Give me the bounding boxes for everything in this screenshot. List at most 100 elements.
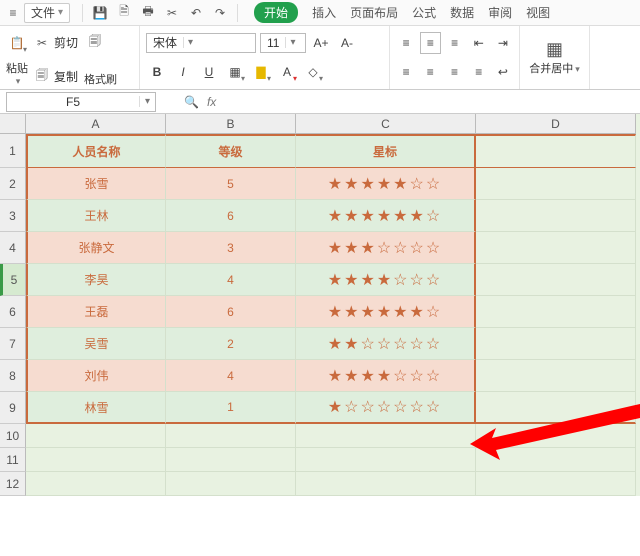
- paste-special-icon[interactable]: 🗐: [84, 32, 106, 54]
- tab-page-layout[interactable]: 页面布局: [350, 4, 398, 21]
- tab-insert[interactable]: 插入: [312, 4, 336, 21]
- paste-button[interactable]: 粘贴▾: [6, 60, 28, 87]
- merge-center-button[interactable]: ▦ 合并居中▾: [529, 39, 580, 76]
- justify-icon[interactable]: ≡: [469, 61, 489, 83]
- wrap-text-icon[interactable]: ↩: [493, 61, 513, 83]
- cell[interactable]: [296, 472, 476, 496]
- cell[interactable]: 李昊: [26, 264, 166, 296]
- cell[interactable]: ★★★☆☆☆☆: [296, 232, 476, 264]
- cell[interactable]: 张雪: [26, 168, 166, 200]
- align-top-icon[interactable]: ≡: [396, 32, 416, 54]
- cell[interactable]: 刘伟: [26, 360, 166, 392]
- cell[interactable]: [476, 448, 636, 472]
- print-preview-icon[interactable]: 🗎: [113, 2, 135, 23]
- row-header-6[interactable]: 6: [0, 296, 26, 328]
- file-menu-button[interactable]: 文件 ▾: [24, 3, 70, 23]
- undo-icon[interactable]: ↶: [185, 6, 207, 20]
- cell[interactable]: ★★★★★☆☆: [296, 168, 476, 200]
- row-header-3[interactable]: 3: [0, 200, 26, 232]
- cell[interactable]: ★★★★★★☆: [296, 296, 476, 328]
- cell[interactable]: ★★☆☆☆☆☆: [296, 328, 476, 360]
- align-center-icon[interactable]: ≡: [420, 61, 440, 83]
- row-header-7[interactable]: 7: [0, 328, 26, 360]
- cut-button[interactable]: ✂剪切: [34, 34, 78, 51]
- cell[interactable]: 6: [166, 296, 296, 328]
- cell[interactable]: 吴雪: [26, 328, 166, 360]
- row-header-8[interactable]: 8: [0, 360, 26, 392]
- save-icon[interactable]: 💾: [89, 6, 111, 20]
- cell[interactable]: [476, 296, 636, 328]
- decrease-font-button[interactable]: A-: [336, 32, 358, 54]
- indent-right-icon[interactable]: ⇥: [493, 32, 513, 54]
- column-header-a[interactable]: A: [26, 114, 166, 134]
- indent-left-icon[interactable]: ⇤: [469, 32, 489, 54]
- fx-icon[interactable]: fx: [207, 95, 216, 109]
- cell[interactable]: [296, 448, 476, 472]
- cancel-edit-icon[interactable]: 🔍: [184, 95, 199, 109]
- cell[interactable]: 张静文: [26, 232, 166, 264]
- cell[interactable]: [476, 424, 636, 448]
- cell[interactable]: [166, 448, 296, 472]
- tab-start[interactable]: 开始: [254, 2, 298, 23]
- tab-formula[interactable]: 公式: [412, 4, 436, 21]
- cell[interactable]: [476, 168, 636, 200]
- cell[interactable]: [166, 424, 296, 448]
- cell[interactable]: 4: [166, 360, 296, 392]
- tab-view[interactable]: 视图: [526, 4, 550, 21]
- font-size-combo[interactable]: 11▾: [260, 33, 306, 53]
- cell[interactable]: 5: [166, 168, 296, 200]
- redo-icon[interactable]: ↷: [209, 6, 231, 20]
- cell[interactable]: [476, 328, 636, 360]
- cell[interactable]: 1: [166, 392, 296, 424]
- cell[interactable]: 3: [166, 232, 296, 264]
- cut-icon[interactable]: ✂: [161, 6, 183, 20]
- tab-review[interactable]: 审阅: [488, 4, 512, 21]
- tab-data[interactable]: 数据: [450, 4, 474, 21]
- cell[interactable]: [476, 472, 636, 496]
- cell[interactable]: [26, 472, 166, 496]
- italic-button[interactable]: I: [172, 61, 194, 83]
- copy-button[interactable]: 🗐复制: [34, 66, 78, 87]
- cell[interactable]: 等级: [166, 134, 296, 168]
- fill-color-button[interactable]: ▇▾: [250, 61, 272, 83]
- cell[interactable]: [26, 424, 166, 448]
- app-menu-icon[interactable]: ≡: [4, 4, 22, 22]
- borders-button[interactable]: ▦▾: [224, 61, 246, 83]
- clear-format-button[interactable]: ◇▾: [302, 61, 324, 83]
- row-header-9[interactable]: 9: [0, 392, 26, 424]
- cell[interactable]: [296, 424, 476, 448]
- name-box[interactable]: F5 ▾: [6, 92, 156, 112]
- column-header-d[interactable]: D: [476, 114, 636, 134]
- cell[interactable]: 王林: [26, 200, 166, 232]
- paste-icon[interactable]: 📋▾: [6, 32, 28, 54]
- row-header-12[interactable]: 12: [0, 472, 26, 496]
- cell[interactable]: 人员名称: [26, 134, 166, 168]
- bold-button[interactable]: B: [146, 61, 168, 83]
- cell[interactable]: [476, 264, 636, 296]
- column-header-b[interactable]: B: [166, 114, 296, 134]
- cell[interactable]: [26, 448, 166, 472]
- font-color-button[interactable]: A▾: [276, 61, 298, 83]
- cell[interactable]: 王磊: [26, 296, 166, 328]
- cell[interactable]: ★★★★☆☆☆: [296, 264, 476, 296]
- cell[interactable]: [476, 232, 636, 264]
- row-header-2[interactable]: 2: [0, 168, 26, 200]
- cell[interactable]: [166, 472, 296, 496]
- align-left-icon[interactable]: ≡: [396, 61, 416, 83]
- row-header-5[interactable]: 5: [0, 264, 26, 296]
- cell[interactable]: 林雪: [26, 392, 166, 424]
- row-header-4[interactable]: 4: [0, 232, 26, 264]
- format-painter-button[interactable]: 格式刷: [84, 71, 117, 87]
- select-all-cell[interactable]: [0, 114, 26, 134]
- font-name-combo[interactable]: 宋体▾: [146, 33, 256, 53]
- cell[interactable]: 4: [166, 264, 296, 296]
- cell[interactable]: ★★★★★★☆: [296, 200, 476, 232]
- cell[interactable]: [476, 200, 636, 232]
- align-middle-icon[interactable]: ≡: [420, 32, 440, 54]
- align-bottom-icon[interactable]: ≡: [445, 32, 465, 54]
- cell[interactable]: [476, 134, 636, 168]
- row-header-11[interactable]: 11: [0, 448, 26, 472]
- cell[interactable]: [476, 392, 636, 424]
- column-header-c[interactable]: C: [296, 114, 476, 134]
- cell[interactable]: ★☆☆☆☆☆☆: [296, 392, 476, 424]
